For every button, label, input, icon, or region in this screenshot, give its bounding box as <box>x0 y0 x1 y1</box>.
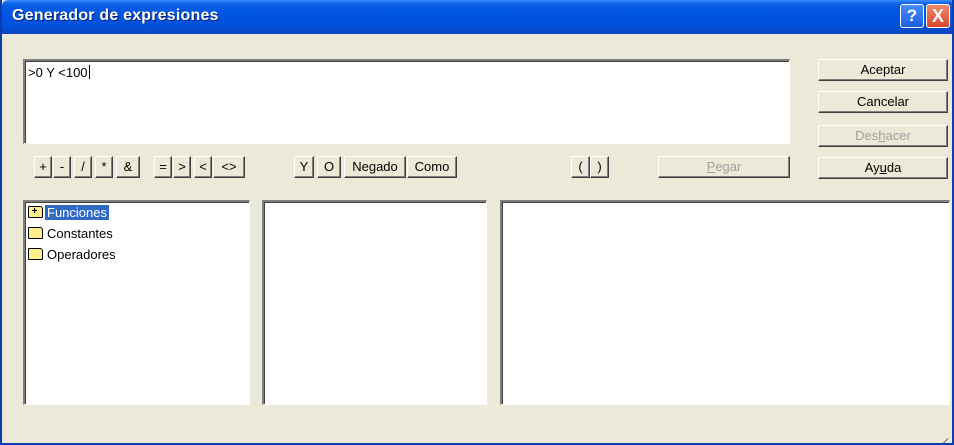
paste-label-c: egar <box>715 159 742 174</box>
not-equal-label: <> <box>221 159 237 174</box>
close-icon: X <box>931 6 944 26</box>
folder-icon <box>28 248 43 260</box>
or-label: O <box>323 159 335 174</box>
plus-operator-button[interactable]: + <box>34 156 52 178</box>
or-operator-button[interactable]: O <box>317 156 341 178</box>
less-label: < <box>199 159 207 174</box>
plus-icon: + <box>31 206 38 217</box>
divide-label: / <box>81 159 85 174</box>
tree-item-constantes[interactable]: Constantes <box>28 224 115 243</box>
and-operator-button[interactable]: Y <box>294 156 314 178</box>
close-paren-label: ) <box>597 159 602 174</box>
help-icon: ? <box>906 6 918 25</box>
tree-item-label: Funciones <box>45 205 109 220</box>
divide-operator-button[interactable]: / <box>74 156 92 178</box>
cancel-label: Cancelar <box>856 94 910 109</box>
undo-label-b: h <box>878 128 886 143</box>
plus-label: + <box>39 159 47 174</box>
undo-label-a: Des <box>855 128 879 143</box>
not-operator-button[interactable]: Negado <box>344 156 406 178</box>
accept-label: Aceptar <box>860 62 906 77</box>
cancel-button[interactable]: Cancelar <box>818 91 948 113</box>
greater-label: > <box>178 159 186 174</box>
and-label: Y <box>299 159 309 174</box>
open-paren-label: ( <box>578 159 583 174</box>
resize-grip-icon[interactable] <box>936 427 949 443</box>
multiply-operator-button[interactable]: * <box>95 156 113 178</box>
tree-item-label: Constantes <box>47 226 113 241</box>
minus-label: - <box>59 159 65 174</box>
categories-list[interactable] <box>262 200 487 405</box>
values-list[interactable] <box>500 200 950 405</box>
like-label: Como <box>414 159 450 174</box>
less-operator-button[interactable]: < <box>194 156 212 178</box>
help-title-button[interactable]: ? <box>900 4 924 28</box>
expression-value: >0 Y <100 <box>28 65 88 80</box>
undo-label-c: acer <box>885 128 911 143</box>
equal-label: = <box>159 159 167 174</box>
help-label-b: u <box>879 160 887 175</box>
paste-label-b: P <box>706 159 716 174</box>
title-bar[interactable]: Generador de expresiones ? X <box>2 0 952 34</box>
elements-tree[interactable]: + Funciones Constantes Operadores <box>23 200 250 405</box>
folder-icon <box>28 227 43 239</box>
close-paren-button[interactable]: ) <box>590 156 609 178</box>
undo-button[interactable]: Deshacer <box>818 125 948 147</box>
help-label-c: da <box>886 160 902 175</box>
window-title: Generador de expresiones <box>12 7 219 24</box>
tree-item-funciones[interactable]: + Funciones <box>28 203 109 222</box>
expand-folder-icon[interactable]: + <box>28 206 43 218</box>
help-label-a: Ay <box>864 160 880 175</box>
like-operator-button[interactable]: Como <box>407 156 457 178</box>
help-button[interactable]: Ayuda <box>818 157 948 179</box>
accept-button[interactable]: Aceptar <box>818 59 948 81</box>
expression-builder-window: Generador de expresiones ? X >0 Y <100 A… <box>0 0 954 445</box>
text-caret <box>88 65 90 79</box>
not-equal-operator-button[interactable]: <> <box>213 156 245 178</box>
not-label: Negado <box>352 159 398 174</box>
tree-item-label: Operadores <box>47 247 116 262</box>
close-button[interactable]: X <box>926 4 950 28</box>
minus-operator-button[interactable]: - <box>53 156 71 178</box>
greater-operator-button[interactable]: > <box>173 156 191 178</box>
expression-text[interactable]: >0 Y <100 <box>28 65 90 80</box>
ampersand-operator-button[interactable]: & <box>116 156 140 178</box>
expression-box[interactable]: >0 Y <100 <box>23 59 790 144</box>
ampersand-label: & <box>123 159 133 174</box>
multiply-label: * <box>101 159 107 174</box>
equal-operator-button[interactable]: = <box>154 156 172 178</box>
tree-item-operadores[interactable]: Operadores <box>28 245 118 264</box>
open-paren-button[interactable]: ( <box>571 156 590 178</box>
paste-button[interactable]: Pegar <box>658 156 790 178</box>
